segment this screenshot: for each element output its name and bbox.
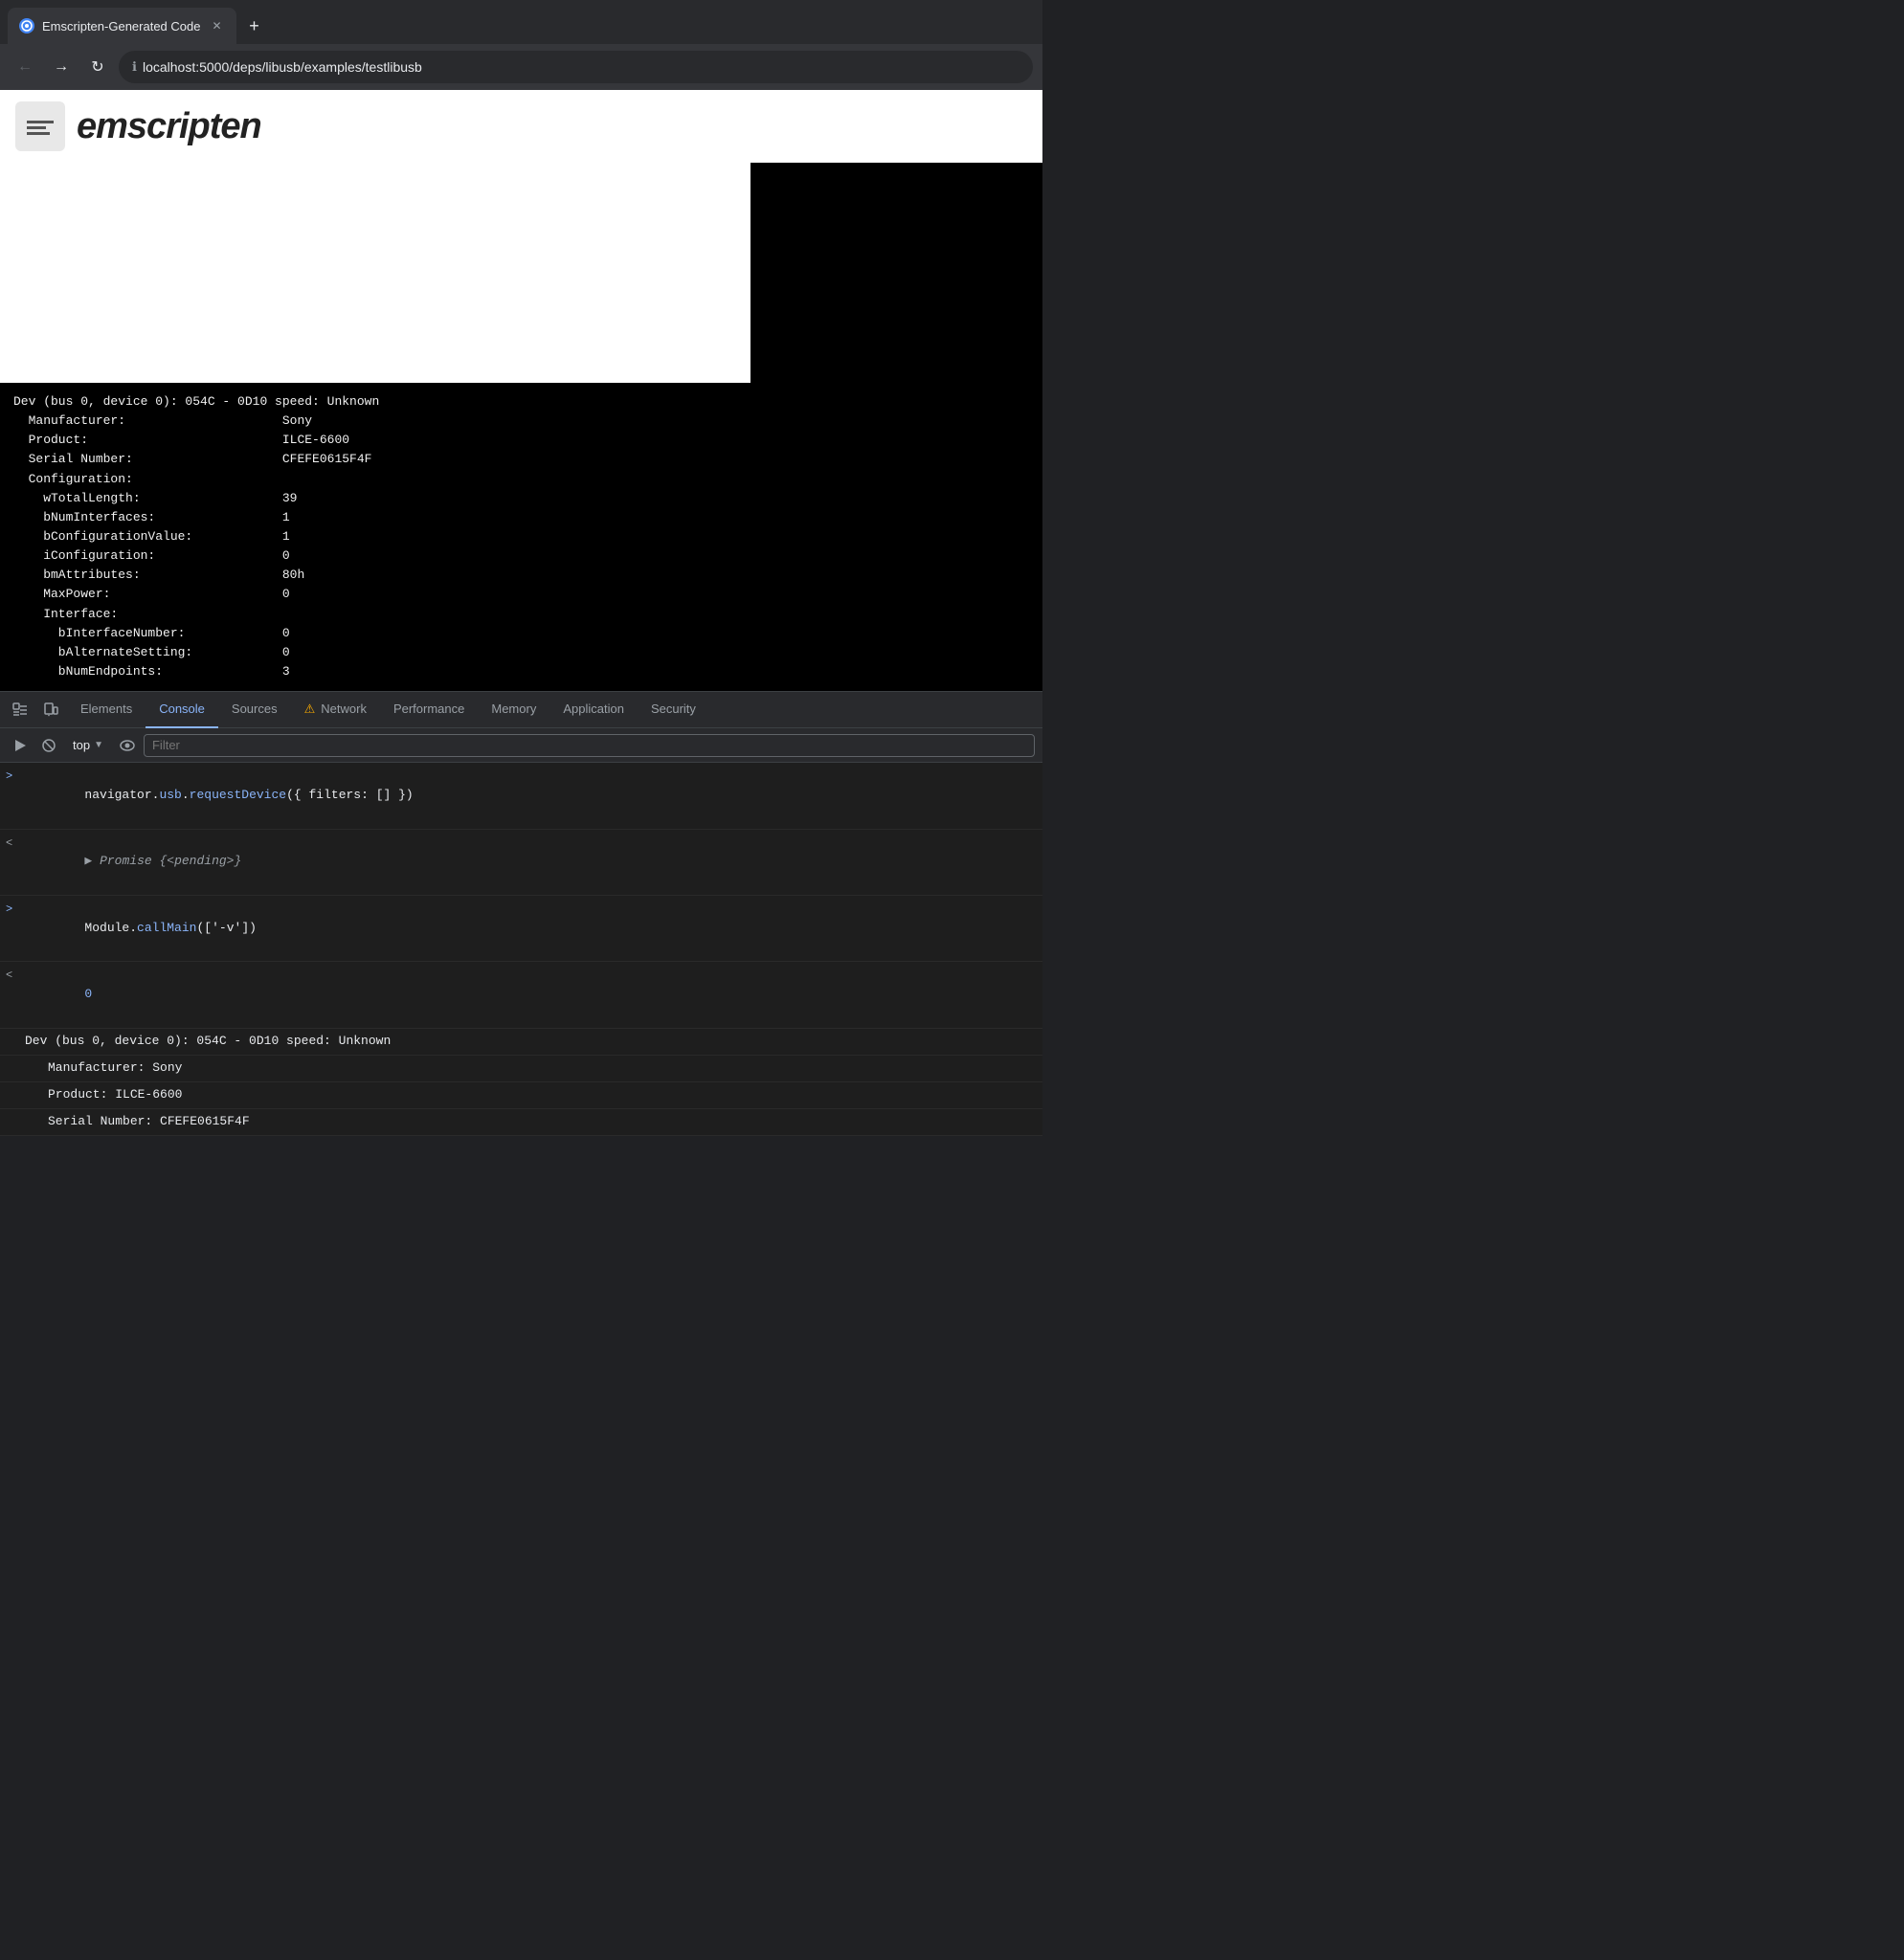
- terminal-line: MaxPower: 0: [13, 585, 1029, 604]
- log-text-1: Dev (bus 0, device 0): 054C - 0D10 speed…: [25, 1032, 391, 1052]
- network-warning-icon: ⚠: [304, 702, 316, 717]
- run-script-icon[interactable]: [8, 733, 33, 758]
- console-output: > navigator.usb.requestDevice({ filters:…: [0, 763, 1042, 1136]
- terminal-line: bConfigurationValue: 1: [13, 527, 1029, 546]
- return-arrow: <: [6, 835, 17, 853]
- address-bar[interactable]: ℹ localhost:5000/deps/libusb/examples/te…: [119, 51, 1033, 83]
- white-canvas: [0, 163, 750, 383]
- terminal-line: Manufacturer: Sony: [13, 412, 1029, 431]
- console-log-line-3: > Product: ILCE-6600: [0, 1082, 1042, 1109]
- devtools-tab-bar: Elements Console Sources ⚠ Network Perfo…: [0, 692, 1042, 728]
- context-label: top: [73, 738, 90, 752]
- terminal-line: iConfiguration: 0: [13, 546, 1029, 566]
- terminal-line: Serial Number: CFEFE0615F4F: [13, 450, 1029, 469]
- tab-elements[interactable]: Elements: [67, 692, 146, 728]
- context-selector[interactable]: top ▼: [65, 736, 111, 754]
- tab-application[interactable]: Application: [549, 692, 638, 728]
- tab-close-button[interactable]: ✕: [208, 17, 225, 34]
- console-toolbar: top ▼: [0, 728, 1042, 763]
- new-tab-button[interactable]: +: [240, 12, 267, 39]
- terminal-line: wTotalLength: 39: [13, 489, 1029, 508]
- console-return-value: ▶ Promise {<pending>}: [25, 833, 241, 892]
- zero-value: 0: [25, 965, 92, 1024]
- console-log-line-1: > Dev (bus 0, device 0): 054C - 0D10 spe…: [0, 1029, 1042, 1056]
- return-arrow-zero: <: [6, 967, 17, 985]
- terminal-output: Dev (bus 0, device 0): 054C - 0D10 speed…: [0, 383, 1042, 691]
- tab-bar: Emscripten-Generated Code ✕ +: [0, 0, 1042, 44]
- clear-console-icon[interactable]: [36, 733, 61, 758]
- forward-button[interactable]: →: [46, 52, 77, 82]
- console-return-line: < ▶ Promise {<pending>}: [0, 830, 1042, 896]
- page-header: emscripten: [0, 90, 1042, 163]
- reload-button[interactable]: ↻: [82, 52, 113, 82]
- page-title: emscripten: [77, 106, 261, 147]
- input-arrow: >: [6, 768, 17, 786]
- devtools-panel: Elements Console Sources ⚠ Network Perfo…: [0, 691, 1042, 1136]
- content-area: [0, 163, 1042, 383]
- console-code-2: Module.callMain(['-v']): [25, 899, 257, 958]
- address-bar-row: ← → ↻ ℹ localhost:5000/deps/libusb/examp…: [0, 44, 1042, 90]
- terminal-line: Configuration:: [13, 470, 1029, 489]
- filter-input[interactable]: [144, 734, 1035, 757]
- console-input-line: > navigator.usb.requestDevice({ filters:…: [0, 763, 1042, 829]
- terminal-line: bNumEndpoints: 3: [13, 662, 1029, 681]
- tab-sources[interactable]: Sources: [218, 692, 291, 728]
- console-code: navigator.usb.requestDevice({ filters: […: [25, 766, 414, 825]
- tab-title: Emscripten-Generated Code: [42, 19, 200, 33]
- terminal-line: bInterfaceNumber: 0: [13, 624, 1029, 643]
- browser-chrome: Emscripten-Generated Code ✕ + ← → ↻ ℹ lo…: [0, 0, 1042, 90]
- browser-tab[interactable]: Emscripten-Generated Code ✕: [8, 8, 236, 44]
- terminal-line: Interface:: [13, 605, 1029, 624]
- context-dropdown-icon: ▼: [94, 740, 103, 750]
- log-text-2: Manufacturer: Sony: [25, 1058, 182, 1079]
- log-text-4: Serial Number: CFEFE0615F4F: [25, 1112, 250, 1132]
- address-info-icon: ℹ: [132, 59, 137, 75]
- tab-security[interactable]: Security: [638, 692, 709, 728]
- tab-memory[interactable]: Memory: [478, 692, 549, 728]
- tab-network[interactable]: ⚠ Network: [291, 692, 380, 728]
- terminal-line: Dev (bus 0, device 0): 054C - 0D10 speed…: [13, 392, 1029, 412]
- terminal-line: bNumInterfaces: 1: [13, 508, 1029, 527]
- inspect-element-icon[interactable]: [6, 696, 34, 724]
- device-toolbar-icon[interactable]: [36, 696, 65, 724]
- back-button[interactable]: ←: [10, 52, 40, 82]
- console-return-zero: < 0: [0, 962, 1042, 1028]
- tab-console[interactable]: Console: [146, 692, 218, 728]
- console-log-line-4: > Serial Number: CFEFE0615F4F: [0, 1109, 1042, 1136]
- log-text-3: Product: ILCE-6600: [25, 1085, 182, 1105]
- terminal-line: bmAttributes: 80h: [13, 566, 1029, 585]
- page-content: emscripten: [0, 90, 1042, 383]
- black-panel: [750, 163, 1042, 383]
- tab-performance[interactable]: Performance: [380, 692, 478, 728]
- console-input-line-2: > Module.callMain(['-v']): [0, 896, 1042, 962]
- terminal-line: Product: ILCE-6600: [13, 431, 1029, 450]
- tab-favicon: [19, 18, 34, 33]
- emscripten-logo: [15, 101, 65, 151]
- console-log-line-2: > Manufacturer: Sony: [0, 1056, 1042, 1082]
- terminal-line: bAlternateSetting: 0: [13, 643, 1029, 662]
- custom-formatters-icon[interactable]: [115, 733, 140, 758]
- address-text: localhost:5000/deps/libusb/examples/test…: [143, 59, 422, 75]
- input-arrow-2: >: [6, 901, 17, 919]
